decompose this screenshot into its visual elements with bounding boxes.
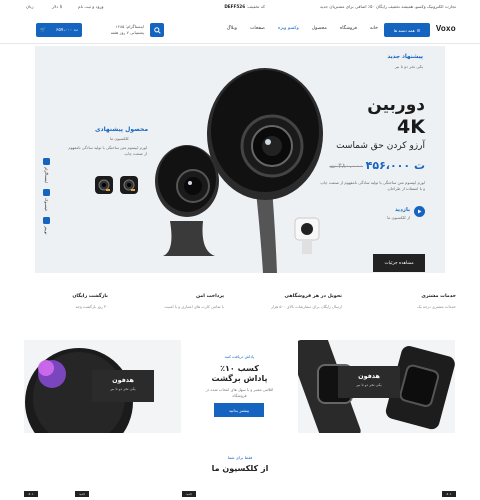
- hero-watch-subtitle: از کلکسیون ما: [387, 215, 410, 220]
- cart-button[interactable]: 🛒 ۶۵۷،۰۰۰ ت: [36, 23, 82, 37]
- all-categories-button[interactable]: ☰ همه دسته ها: [384, 23, 430, 37]
- login-link[interactable]: ورود و ثبت نام: [78, 4, 104, 9]
- discount-code: کد تخفیف: DEFF526: [224, 4, 265, 9]
- play-icon: [418, 209, 422, 214]
- support-info: اینستاگرام: ۱۴۸۵ پشتیبانی ۷ روز هفته: [110, 24, 144, 35]
- social-instagram[interactable]: اینستاگرام: [43, 158, 50, 183]
- cart-icon: 🛒: [40, 27, 46, 33]
- nav-item-home[interactable]: خانه: [370, 26, 378, 31]
- feature-item: خدمات مشتری خدمات مشتری درجه یک: [417, 294, 456, 309]
- view-details-button[interactable]: مشاهده جزئیات: [373, 254, 425, 272]
- nav-item-shop[interactable]: فروشگاه: [340, 26, 357, 31]
- main-header: Voxo ☰ همه دسته ها خانه فروشگاه محصول وک…: [0, 14, 480, 44]
- hero-banner: پیشنهاد جدید یکی نخر دو تا ببر دوربین 4K…: [35, 46, 445, 273]
- promo-card-headphones-left[interactable]: هدفون یکی نخر دو تا ببر: [24, 340, 181, 433]
- menu-icon: ☰: [416, 27, 421, 33]
- product-badge: جدید: [75, 491, 89, 497]
- collection-tag: فقط برای شما: [227, 455, 253, 460]
- product-badge: ۵۰٪: [442, 491, 456, 497]
- feature-item: پرداخت امن با تمامی کارت های اعتباری و ب…: [164, 294, 224, 309]
- hero-watch-title: بازدید: [394, 207, 410, 213]
- promo-card-headphones-right[interactable]: هدفون یکی نخر دو تا ببر: [298, 340, 455, 433]
- hero-new-tag: پیشنهاد جدید: [387, 54, 423, 60]
- instagram-icon: [43, 158, 50, 165]
- logo[interactable]: Voxo: [436, 24, 456, 33]
- main-nav: خانه فروشگاه محصول وکسو ویژه صفحات وبلاگ: [227, 26, 378, 31]
- nav-item-product[interactable]: محصول: [312, 26, 327, 31]
- camera-illustration: [155, 68, 323, 273]
- learn-more-button[interactable]: بیشتر بدانید: [214, 403, 264, 417]
- suggested-product-subtitle: کلکسیون ما: [110, 136, 129, 141]
- hero-title-resolution: 4K: [397, 116, 425, 138]
- features-row: خدمات مشتری خدمات مشتری درجه یک تحویل در…: [0, 294, 480, 320]
- camera-thumb-icon: [123, 179, 135, 191]
- hero-old-price: ۴۸۰،۰۰۰ ت: [329, 162, 363, 170]
- reward-heading: کسب ۱۰٪: [220, 364, 259, 373]
- feature-item: تحویل در هر فروشگاهی ارسال رایگان برای س…: [271, 294, 342, 309]
- hero-new-subtitle: یکی نخر دو تا ببر: [394, 64, 423, 69]
- language-select[interactable]: زبان: [26, 4, 34, 9]
- hero-description: لورم ایپسوم متن ساختگی با تولید سادگی نا…: [320, 180, 425, 191]
- product-thumbnail[interactable]: [120, 176, 138, 194]
- camera-thumb-icon: [98, 179, 110, 191]
- hero-price: ۴۵۶،۰۰۰ ت: [365, 159, 425, 172]
- suggested-product-title: محصول پیشنهادی: [95, 126, 149, 133]
- reward-description: اقلامی معتبر و با سهل های انتخاب شده در …: [205, 387, 274, 398]
- collection-title: از کلکسیون ما: [211, 464, 269, 473]
- product-badge: جدید: [182, 491, 196, 497]
- promo-label: هدفون یکی نخر دو تا ببر: [338, 366, 400, 398]
- search-button[interactable]: [150, 23, 164, 37]
- reward-heading-2: پاداش برگشت: [211, 374, 268, 383]
- currency-select[interactable]: $ دلار: [52, 4, 62, 9]
- top-bar: تجارت الکترونیک وکسو، همیشه تخفیف رایگان…: [0, 0, 480, 14]
- play-button[interactable]: [414, 206, 425, 217]
- feature-item: بازگشت رایگان ۳۰ روز بازگشت وجه: [72, 294, 108, 309]
- nav-item-blog[interactable]: وبلاگ: [227, 26, 237, 31]
- social-facebook[interactable]: فیسبوک: [43, 189, 50, 211]
- social-links: اینستاگرام فیسبوک توییتر: [43, 158, 50, 235]
- twitter-icon: [43, 217, 50, 225]
- promo-text: تجارت الکترونیک وکسو، همیشه تخفیف رایگان…: [319, 4, 456, 9]
- cart-amount: ۶۵۷،۰۰۰ ت: [55, 27, 78, 33]
- nav-item-pages[interactable]: صفحات: [250, 26, 265, 31]
- hero-title: دوربین: [367, 95, 425, 115]
- product-thumbnail[interactable]: [95, 176, 113, 194]
- product-badge: ۵۰٪: [24, 491, 38, 497]
- reward-tag: پاداش دریافت کنید: [224, 354, 255, 359]
- suggested-product-description: لورم ایپسوم متن ساختگی با تولید سادگی نا…: [68, 145, 147, 156]
- social-twitter[interactable]: توییتر: [43, 217, 50, 235]
- facebook-icon: [43, 189, 50, 197]
- hero-subtitle: آرزو کردن حق شماست: [336, 141, 425, 151]
- promo-card-reward: پاداش دریافت کنید کسب ۱۰٪ پاداش برگشت اق…: [191, 340, 288, 433]
- promo-label: هدفون یکی نخر دو تا ببر: [92, 370, 154, 402]
- search-icon: [153, 26, 161, 34]
- nav-item-special[interactable]: وکسو ویژه: [278, 26, 299, 31]
